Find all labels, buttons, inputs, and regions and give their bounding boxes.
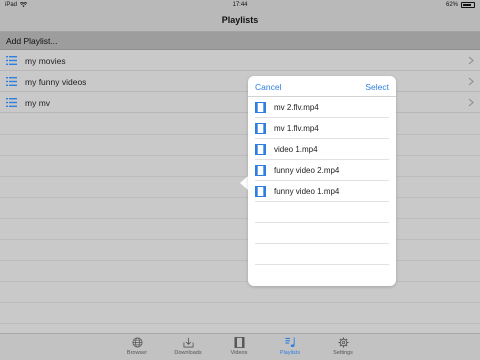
playlist-row-my-movies[interactable]: my movies xyxy=(0,50,480,71)
tab-settings[interactable]: Settings xyxy=(323,337,363,359)
popover-arrow xyxy=(240,176,248,190)
file-divider xyxy=(255,201,389,202)
file-row[interactable]: mv 1.flv.mp4 xyxy=(248,118,396,138)
file-row[interactable]: funny video 2.mp4 xyxy=(248,160,396,180)
tab-playlists[interactable]: Playlists xyxy=(270,337,310,359)
list-icon xyxy=(6,98,17,107)
file-name: mv 1.flv.mp4 xyxy=(274,124,319,133)
music-note-icon xyxy=(284,337,295,348)
tab-label: Videos xyxy=(230,350,248,356)
file-row[interactable]: mv 2.flv.mp4 xyxy=(248,97,396,117)
navigation-bar: Playlists xyxy=(0,10,480,32)
add-playlist-row[interactable]: Add Playlist... xyxy=(0,32,480,50)
playlist-row-my-mv[interactable]: my mv xyxy=(0,92,480,113)
file-name: funny video 1.mp4 xyxy=(274,187,340,196)
tab-label: Downloads xyxy=(174,350,202,356)
video-picker-popover: Cancel Select mv 2.flv.mp4 mv 1.flv.mp4 … xyxy=(248,76,396,286)
list-divider xyxy=(0,239,480,240)
tab-downloads[interactable]: Downloads xyxy=(168,337,208,359)
globe-icon xyxy=(132,337,142,348)
list-divider xyxy=(0,281,480,282)
select-button[interactable]: Select xyxy=(365,82,389,92)
tab-label: Settings xyxy=(333,350,353,356)
playlist-label: my mv xyxy=(25,98,51,108)
file-divider xyxy=(255,222,389,223)
list-icon xyxy=(6,77,17,86)
status-time: 17:44 xyxy=(232,2,248,8)
list-divider xyxy=(0,134,480,135)
file-divider xyxy=(255,264,389,265)
list-divider xyxy=(0,323,480,324)
playlist-list: my movies my funny videos my mv xyxy=(0,50,480,333)
list-divider xyxy=(0,302,480,303)
file-divider xyxy=(255,243,389,244)
download-tray-icon xyxy=(183,337,193,348)
film-icon xyxy=(255,123,266,134)
file-name: funny video 2.mp4 xyxy=(274,166,340,175)
gear-icon xyxy=(337,337,349,348)
list-icon xyxy=(6,56,17,65)
file-name: mv 2.flv.mp4 xyxy=(274,103,319,112)
playlist-row-my-funny-videos[interactable]: my funny videos xyxy=(0,71,480,92)
list-divider xyxy=(0,218,480,219)
list-divider xyxy=(0,260,480,261)
film-icon xyxy=(255,165,266,176)
page-title: Playlists xyxy=(221,15,259,25)
add-playlist-label: Add Playlist... xyxy=(6,36,58,46)
chevron-right-icon xyxy=(468,98,474,107)
status-bar: iPad 17:44 62% xyxy=(0,0,480,10)
cancel-button[interactable]: Cancel xyxy=(255,82,281,92)
tab-browser[interactable]: Browser xyxy=(117,337,157,359)
file-row[interactable]: funny video 1.mp4 xyxy=(248,181,396,201)
chevron-right-icon xyxy=(468,77,474,86)
tab-videos[interactable]: Videos xyxy=(219,337,259,359)
battery-percent: 62% xyxy=(445,2,458,8)
tab-bar: Browser Downloads Videos Playlists Setti… xyxy=(0,333,480,360)
list-divider xyxy=(0,155,480,156)
chevron-right-icon xyxy=(468,56,474,65)
tab-label: Browser xyxy=(126,350,148,356)
tab-label: Playlists xyxy=(279,350,301,356)
playlist-label: my funny videos xyxy=(25,77,87,87)
file-name: video 1.mp4 xyxy=(274,145,318,154)
file-row[interactable]: video 1.mp4 xyxy=(248,139,396,159)
list-divider xyxy=(0,197,480,198)
film-icon xyxy=(255,102,266,113)
battery-icon xyxy=(461,2,475,8)
film-icon xyxy=(234,337,244,348)
playlist-label: my movies xyxy=(25,56,66,66)
film-icon xyxy=(255,144,266,155)
film-icon xyxy=(255,186,266,197)
